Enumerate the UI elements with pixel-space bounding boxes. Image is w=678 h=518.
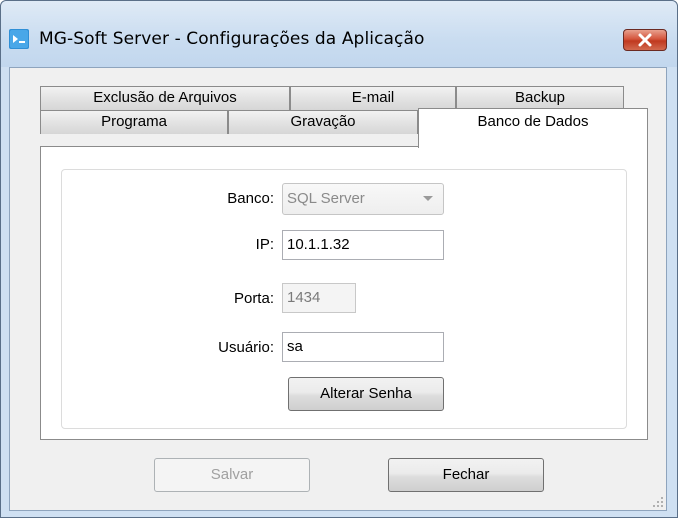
chevron-down-icon [423,196,433,201]
close-button[interactable] [623,29,667,51]
tab-exclusao-de-arquivos[interactable]: Exclusão de Arquivos [40,86,290,110]
porta-field: 1434 [282,283,356,313]
usuario-label: Usuário: [218,339,274,356]
tab-backup[interactable]: Backup [456,86,624,110]
settings-window: MG-Soft Server - Configurações da Aplica… [0,0,678,518]
porta-label: Porta: [233,290,274,307]
app-icon [9,29,29,49]
ip-label: IP: [255,236,274,253]
title-bar[interactable]: MG-Soft Server - Configurações da Aplica… [1,1,677,67]
resize-grip-icon[interactable] [652,496,664,508]
tab-gravacao[interactable]: Gravação [228,110,418,134]
salvar-button: Salvar [154,458,310,492]
tab-programa[interactable]: Programa [40,110,228,134]
alterar-senha-button[interactable]: Alterar Senha [288,377,444,411]
banco-select-value: SQL Server [287,190,365,207]
tab-banco-de-dados[interactable]: Banco de Dados [418,108,648,148]
window-title: MG-Soft Server - Configurações da Aplica… [39,29,425,49]
ip-field[interactable]: 10.1.1.32 [282,230,444,260]
dialog-client-area: Exclusão de Arquivos E-mail Backup Progr… [9,67,667,511]
usuario-field[interactable]: sa [282,332,444,362]
banco-label: Banco: [227,190,274,207]
banco-select: SQL Server [282,183,444,215]
fechar-button[interactable]: Fechar [388,458,544,492]
database-settings-group: Banco: SQL Server IP: 10.1.1.32 Porta: 1… [61,169,627,429]
close-icon [638,33,652,47]
tab-panel-banco-de-dados: Banco: SQL Server IP: 10.1.1.32 Porta: 1… [40,146,648,440]
tab-e-mail[interactable]: E-mail [290,86,456,110]
